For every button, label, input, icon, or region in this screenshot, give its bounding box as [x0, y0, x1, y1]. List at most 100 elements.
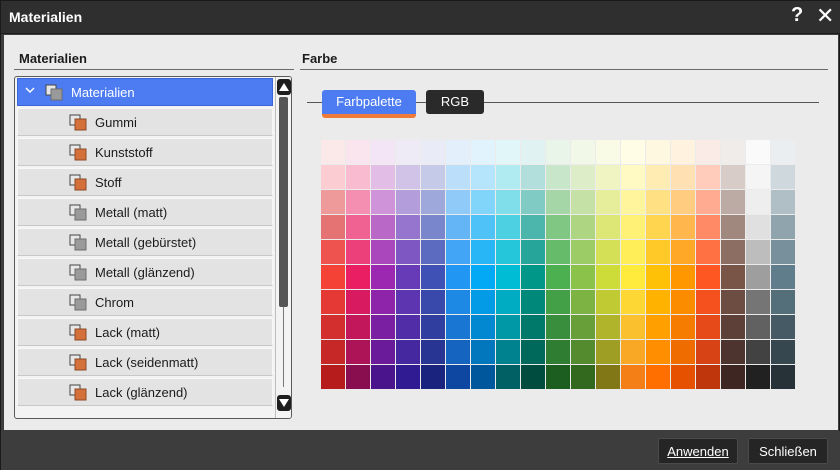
tree-item[interactable]: Kunststoff	[17, 138, 273, 166]
color-swatch[interactable]	[346, 190, 370, 214]
color-swatch[interactable]	[771, 340, 795, 364]
color-swatch[interactable]	[346, 165, 370, 189]
tree-item[interactable]: Stoff	[17, 168, 273, 196]
color-swatch[interactable]	[746, 240, 770, 264]
color-swatch[interactable]	[546, 265, 570, 289]
color-swatch[interactable]	[696, 165, 720, 189]
color-swatch[interactable]	[596, 290, 620, 314]
color-swatch[interactable]	[521, 340, 545, 364]
color-swatch[interactable]	[446, 290, 470, 314]
color-swatch[interactable]	[596, 190, 620, 214]
color-swatch[interactable]	[346, 215, 370, 239]
color-swatch[interactable]	[446, 165, 470, 189]
color-swatch[interactable]	[721, 140, 745, 164]
color-swatch[interactable]	[371, 190, 395, 214]
color-swatch[interactable]	[471, 290, 495, 314]
color-swatch[interactable]	[721, 365, 745, 389]
color-swatch[interactable]	[471, 215, 495, 239]
color-swatch[interactable]	[396, 340, 420, 364]
color-swatch[interactable]	[496, 165, 520, 189]
close-button[interactable]: Schließen	[748, 438, 828, 464]
color-swatch[interactable]	[496, 215, 520, 239]
color-swatch[interactable]	[546, 290, 570, 314]
color-swatch[interactable]	[571, 290, 595, 314]
color-swatch[interactable]	[746, 215, 770, 239]
tree-item[interactable]: Chrom	[17, 288, 273, 316]
color-swatch[interactable]	[721, 190, 745, 214]
color-swatch[interactable]	[496, 365, 520, 389]
color-swatch[interactable]	[571, 190, 595, 214]
color-swatch[interactable]	[746, 315, 770, 339]
color-swatch[interactable]	[471, 265, 495, 289]
scroll-thumb[interactable]	[279, 97, 288, 307]
color-swatch[interactable]	[371, 165, 395, 189]
color-swatch[interactable]	[671, 265, 695, 289]
color-swatch[interactable]	[646, 165, 670, 189]
color-swatch[interactable]	[571, 240, 595, 264]
color-swatch[interactable]	[396, 365, 420, 389]
color-swatch[interactable]	[646, 365, 670, 389]
color-swatch[interactable]	[596, 340, 620, 364]
color-swatch[interactable]	[746, 365, 770, 389]
color-swatch[interactable]	[496, 290, 520, 314]
color-swatch[interactable]	[346, 140, 370, 164]
color-swatch[interactable]	[521, 190, 545, 214]
tab-farbpalette[interactable]: Farbpalette	[322, 90, 416, 118]
color-swatch[interactable]	[696, 315, 720, 339]
color-swatch[interactable]	[321, 265, 345, 289]
color-swatch[interactable]	[671, 165, 695, 189]
color-swatch[interactable]	[346, 240, 370, 264]
color-swatch[interactable]	[696, 290, 720, 314]
color-swatch[interactable]	[571, 315, 595, 339]
color-swatch[interactable]	[396, 265, 420, 289]
color-swatch[interactable]	[471, 240, 495, 264]
color-swatch[interactable]	[671, 290, 695, 314]
color-swatch[interactable]	[746, 140, 770, 164]
tree-scrollbar[interactable]	[275, 77, 291, 418]
color-swatch[interactable]	[671, 365, 695, 389]
color-swatch[interactable]	[621, 165, 645, 189]
color-swatch[interactable]	[471, 315, 495, 339]
color-swatch[interactable]	[421, 140, 445, 164]
color-swatch[interactable]	[421, 315, 445, 339]
color-swatch[interactable]	[321, 290, 345, 314]
color-swatch[interactable]	[396, 315, 420, 339]
color-swatch[interactable]	[721, 290, 745, 314]
color-swatch[interactable]	[521, 240, 545, 264]
color-swatch[interactable]	[671, 215, 695, 239]
color-swatch[interactable]	[546, 165, 570, 189]
color-swatch[interactable]	[446, 365, 470, 389]
color-swatch[interactable]	[571, 340, 595, 364]
tree-item-materialien[interactable]: Materialien	[17, 78, 273, 106]
color-swatch[interactable]	[346, 340, 370, 364]
color-swatch[interactable]	[596, 165, 620, 189]
color-swatch[interactable]	[496, 265, 520, 289]
color-swatch[interactable]	[421, 215, 445, 239]
color-swatch[interactable]	[321, 365, 345, 389]
color-swatch[interactable]	[346, 365, 370, 389]
color-swatch[interactable]	[571, 265, 595, 289]
color-swatch[interactable]	[646, 290, 670, 314]
color-swatch[interactable]	[521, 315, 545, 339]
color-swatch[interactable]	[771, 165, 795, 189]
color-swatch[interactable]	[646, 240, 670, 264]
color-swatch[interactable]	[596, 265, 620, 289]
color-swatch[interactable]	[746, 165, 770, 189]
color-swatch[interactable]	[696, 365, 720, 389]
color-swatch[interactable]	[421, 290, 445, 314]
color-swatch[interactable]	[571, 165, 595, 189]
color-swatch[interactable]	[546, 190, 570, 214]
color-swatch[interactable]	[421, 340, 445, 364]
color-swatch[interactable]	[546, 365, 570, 389]
tree-item[interactable]: Metall (glänzend)	[17, 258, 273, 286]
color-swatch[interactable]	[596, 365, 620, 389]
color-swatch[interactable]	[321, 215, 345, 239]
color-swatch[interactable]	[346, 315, 370, 339]
color-swatch[interactable]	[721, 315, 745, 339]
color-swatch[interactable]	[596, 215, 620, 239]
color-swatch[interactable]	[671, 315, 695, 339]
color-swatch[interactable]	[546, 315, 570, 339]
color-swatch[interactable]	[446, 315, 470, 339]
color-swatch[interactable]	[771, 265, 795, 289]
color-swatch[interactable]	[371, 240, 395, 264]
